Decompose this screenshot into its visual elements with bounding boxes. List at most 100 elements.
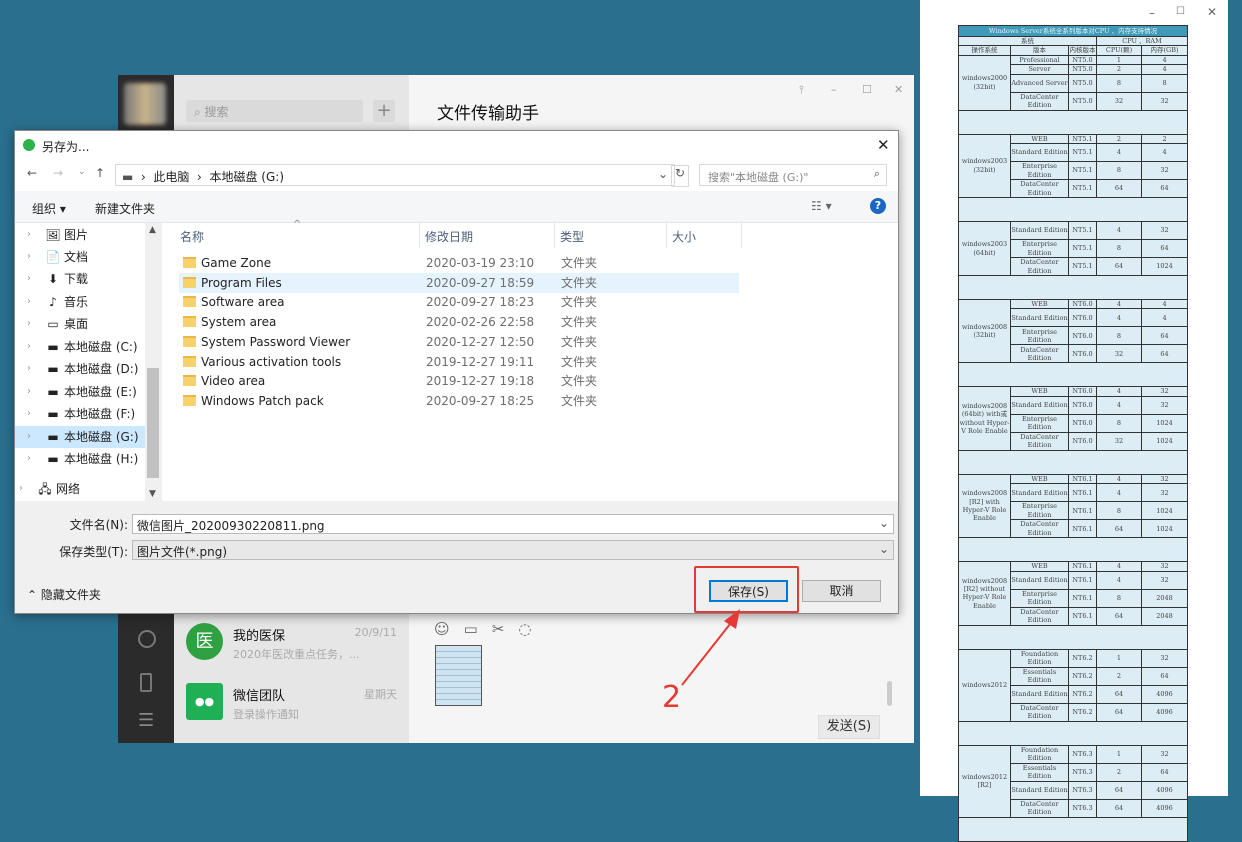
tree-item[interactable]: › ▬ 本地磁盘 (G:) <box>15 426 145 448</box>
pin-button[interactable]: ⫯ <box>799 83 804 97</box>
tree-item[interactable]: › 📄 文档 <box>15 246 145 268</box>
expand-arrow-icon[interactable]: › <box>27 358 31 380</box>
expand-arrow-icon[interactable]: › <box>27 291 31 313</box>
help-icon[interactable]: ? <box>870 198 886 214</box>
column-header-date[interactable]: 修改日期 <box>425 228 473 245</box>
table-cell: 4 <box>1096 386 1142 397</box>
scissors-icon[interactable]: ✂ <box>492 620 519 638</box>
menu-icon[interactable]: ☰ <box>138 710 154 731</box>
expand-arrow-icon[interactable]: › <box>27 426 31 448</box>
column-header-size[interactable]: 大小 <box>672 228 696 245</box>
tree-item[interactable]: › ▬ 本地磁盘 (H:) <box>15 448 145 470</box>
forward-icon[interactable]: → <box>53 166 63 180</box>
os-cell: windows2003 (32bit) <box>958 133 1011 199</box>
table-cell: NT6.0 <box>1068 308 1097 328</box>
phone-icon[interactable] <box>140 673 152 692</box>
file-date: 2020-09-27 18:25 <box>426 393 535 408</box>
tree-scrollbar[interactable]: ▲ ▼ <box>145 223 162 501</box>
breadcrumb-item[interactable]: 本地磁盘 (G:) <box>209 170 284 184</box>
file-row[interactable]: Various activation tools 2019-12-27 19:11… <box>179 352 739 372</box>
close-button[interactable]: ✕ <box>877 136 890 154</box>
close-button[interactable]: ✕ <box>1207 5 1217 19</box>
chat-history-icon[interactable]: ◌ <box>518 620 545 638</box>
file-date: 2019-12-27 19:18 <box>426 374 535 389</box>
expand-arrow-icon[interactable]: › <box>27 313 31 335</box>
chevron-down-icon[interactable]: ⌄ <box>879 542 889 556</box>
minimize-button[interactable]: – <box>831 83 837 96</box>
file-row[interactable]: System Password Viewer 2020-12-27 12:50 文件… <box>179 332 739 352</box>
expand-arrow-icon[interactable]: › <box>27 224 31 246</box>
tree-item[interactable]: › ⬇ 下载 <box>15 268 145 290</box>
scroll-up-icon[interactable]: ▲ <box>149 225 156 235</box>
scroll-thumb[interactable] <box>147 368 159 478</box>
file-row[interactable]: Game Zone 2020-03-19 23:10 文件夹 <box>179 253 739 273</box>
chat-item[interactable]: 医 我的医保 20/9/11 2020年医改重点任务，... <box>174 615 409 673</box>
column-header-type[interactable]: 类型 <box>560 228 584 245</box>
spacer-cell <box>957 109 1189 135</box>
table-cell: 4 <box>1096 570 1142 590</box>
maximize-button[interactable]: ☐ <box>862 83 872 96</box>
table-cell: 4 <box>1096 221 1142 241</box>
table-cell: Standard Edition <box>1010 143 1069 163</box>
file-type: 文件夹 <box>561 295 598 310</box>
table-cell: NT6.2 <box>1068 702 1097 722</box>
organize-button[interactable]: 组织 ▾ <box>32 200 66 217</box>
file-row[interactable]: Software area 2020-09-27 18:23 文件夹 <box>179 292 739 312</box>
image-thumbnail[interactable] <box>435 645 482 706</box>
tree-item[interactable]: › 🖼 图片 <box>15 224 145 246</box>
minimize-button[interactable]: – <box>1149 6 1155 20</box>
tree-item[interactable]: › ▬ 本地磁盘 (C:) <box>15 336 145 358</box>
up-icon[interactable]: ↑ <box>95 166 105 180</box>
scroll-down-icon[interactable]: ▼ <box>149 489 156 499</box>
expand-arrow-icon[interactable]: › <box>27 268 31 290</box>
expand-arrow-icon[interactable]: › <box>27 403 31 425</box>
file-type: 文件夹 <box>561 334 598 349</box>
file-row[interactable]: Video area 2019-12-27 19:18 文件夹 <box>179 371 739 391</box>
tree-item[interactable]: › ▬ 本地磁盘 (D:) <box>15 358 145 380</box>
add-button[interactable]: + <box>373 100 395 122</box>
chat-item[interactable]: ●● 微信团队 星期天 登录操作通知 <box>174 675 409 733</box>
recent-dropdown-icon[interactable]: ⌄ <box>78 167 86 177</box>
hide-folders-toggle[interactable]: ⌃ 隐藏文件夹 <box>27 586 101 603</box>
chevron-down-icon[interactable]: ⌄ <box>879 516 889 530</box>
folder-icon[interactable]: ▭ <box>464 620 492 638</box>
tree-item[interactable]: › ▬ 本地磁盘 (E:) <box>15 381 145 403</box>
filename-input[interactable]: 微信图片_20200930220811.png ⌄ <box>132 514 894 534</box>
maximize-button[interactable]: ☐ <box>1176 6 1185 17</box>
expand-arrow-icon[interactable]: › <box>27 448 31 470</box>
send-button[interactable]: 发送(S) <box>818 715 880 739</box>
tree-item[interactable]: › ♪ 音乐 <box>15 291 145 313</box>
table-cell: NT5.1 <box>1068 161 1097 181</box>
miniprogram-icon[interactable] <box>138 630 156 648</box>
expand-arrow-icon[interactable]: › <box>19 478 23 500</box>
expand-arrow-icon[interactable]: › <box>27 246 31 268</box>
tree-item[interactable]: › 🖧 网络 <box>7 478 137 500</box>
expand-arrow-icon[interactable]: › <box>27 336 31 358</box>
tree-item-label: 本地磁盘 (G:) <box>64 430 139 444</box>
column-header-name[interactable]: 名称 <box>180 228 204 245</box>
filetype-select[interactable]: 图片文件(*.png) ⌄ <box>132 540 894 560</box>
expand-arrow-icon[interactable]: › <box>27 381 31 403</box>
search-input[interactable]: 搜索"本地磁盘 (G:)" ⌕ <box>699 164 887 186</box>
file-name: Program Files <box>201 275 282 290</box>
breadcrumb-item[interactable]: 此电脑 <box>153 170 189 184</box>
avatar[interactable] <box>124 83 166 125</box>
address-bar[interactable]: ▬ › 此电脑 › 本地磁盘 (G:) ⌄ <box>115 164 675 186</box>
close-button[interactable]: ✕ <box>894 83 903 96</box>
table-cell: 2 <box>1096 666 1142 686</box>
back-icon[interactable]: ← <box>27 166 37 180</box>
view-options-icon[interactable]: ☷ ▾ <box>811 199 832 213</box>
file-row[interactable]: Program Files 2020-09-27 18:59 文件夹 <box>179 272 739 293</box>
table-cell: 2 <box>1096 762 1142 782</box>
cancel-button[interactable]: 取消 <box>802 580 881 602</box>
file-row[interactable]: Windows Patch pack 2020-09-27 18:25 文件夹 <box>179 391 739 411</box>
scrollbar[interactable] <box>887 681 892 706</box>
emoji-icon[interactable]: ☺ <box>434 620 464 638</box>
refresh-icon[interactable]: ↻ <box>671 165 689 187</box>
chevron-down-icon[interactable]: ⌄ <box>658 167 668 181</box>
search-input[interactable]: ⌕ 搜索 <box>186 100 363 122</box>
new-folder-button[interactable]: 新建文件夹 <box>95 200 155 217</box>
tree-item[interactable]: › ▭ 桌面 <box>15 313 145 335</box>
tree-item[interactable]: › ▬ 本地磁盘 (F:) <box>15 403 145 425</box>
file-row[interactable]: System area 2020-02-26 22:58 文件夹 <box>179 312 739 332</box>
